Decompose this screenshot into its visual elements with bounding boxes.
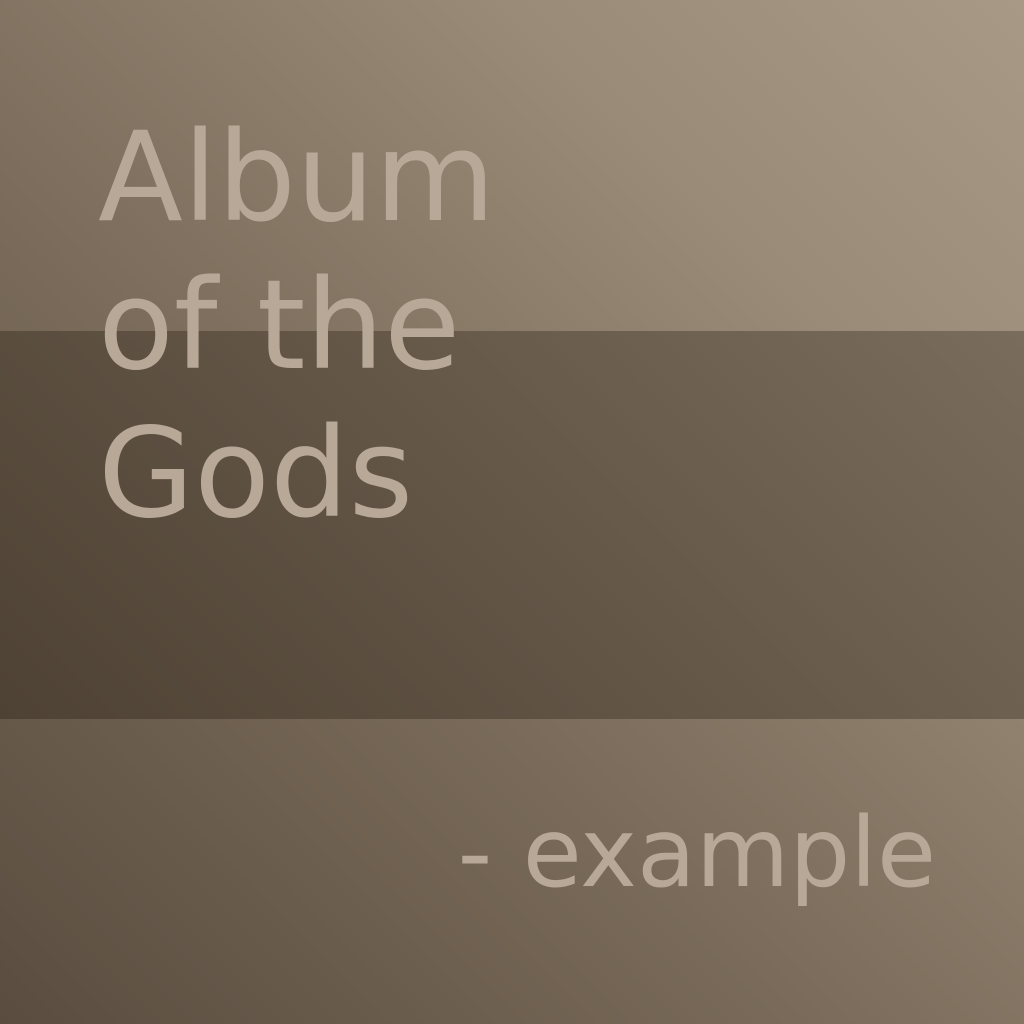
album-title-line-1: Album xyxy=(98,106,496,250)
album-cover: Album of the Gods - example xyxy=(0,0,1024,1024)
album-subtitle: - example xyxy=(457,797,936,909)
album-title-line-2: of the xyxy=(98,254,461,398)
album-title-line-3: Gods xyxy=(98,402,414,546)
album-title: Album of the Gods xyxy=(98,104,495,548)
